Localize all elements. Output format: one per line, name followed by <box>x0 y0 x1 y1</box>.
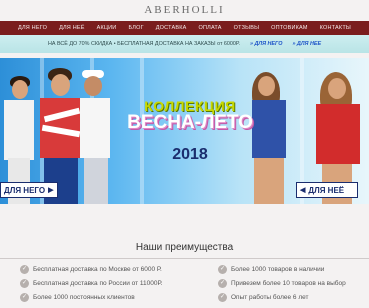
button-label: ДЛЯ НЕГО <box>4 185 46 195</box>
nav-item-delivery[interactable]: ДОСТАВКА <box>150 25 193 31</box>
advantage-text: Привезем более 10 товаров на выбор <box>231 280 346 287</box>
nav-item-wholesale[interactable]: ОПТОВИКАМ <box>265 25 314 31</box>
button-label: ДЛЯ НЕЁ <box>308 185 345 195</box>
advantage-item: ✓ Бесплатная доставка по Москве от 6000 … <box>20 265 162 274</box>
advantage-text: Более 1000 постоянных клиентов <box>33 294 135 301</box>
site-logo[interactable]: ABERHOLLI <box>0 4 369 18</box>
nav-item-blog[interactable]: БЛОГ <box>122 25 149 31</box>
advantage-item: ✓ Более 1000 товаров в наличии <box>218 265 324 274</box>
chevron-right-icon: ▶ <box>48 187 54 194</box>
nav-item-contacts[interactable]: КОНТАКТЫ <box>314 25 357 31</box>
advantages-title: Наши преимущества <box>135 242 234 253</box>
for-her-button[interactable]: ◀ ДЛЯ НЕЁ <box>296 182 358 198</box>
main-nav: ДЛЯ НЕГО ДЛЯ НЕЁ АКЦИИ БЛОГ ДОСТАВКА ОПЛ… <box>0 21 369 35</box>
nav-item-payment[interactable]: ОПЛАТА <box>193 25 228 31</box>
users-icon: ✓ <box>20 293 29 302</box>
nav-item-reviews[interactable]: ОТЗЫВЫ <box>228 25 266 31</box>
nav-item-for-him[interactable]: ДЛЯ НЕГО <box>12 25 53 31</box>
promo-text: НА ВСЁ ДО 70% СКИДКА • БЕСПЛАТНАЯ ДОСТАВ… <box>47 41 240 47</box>
advantage-text: Бесплатная доставка по Москве от 6000 Р. <box>33 266 162 273</box>
collection-year: 2018 <box>172 146 208 163</box>
advantage-text: Бесплатная доставка по России от 11000Р. <box>33 280 163 287</box>
advantage-item: ✓ Бесплатная доставка по России от 11000… <box>20 279 162 288</box>
nav-item-for-her[interactable]: ДЛЯ НЕЁ <box>53 25 91 31</box>
promo-link-for-him[interactable]: » ДЛЯ НЕГО <box>250 41 282 47</box>
star-icon: ✓ <box>218 293 227 302</box>
truck-icon: ✓ <box>20 265 29 274</box>
advantage-item: ✓ Опыт работы более 6 лет <box>218 293 309 302</box>
truck-icon: ✓ <box>20 279 29 288</box>
advantage-text: Опыт работы более 6 лет <box>231 294 309 301</box>
collection-heading: КОЛЛЕКЦИЯ ВЕСНА-ЛЕТО <box>120 98 260 134</box>
advantage-text: Более 1000 товаров в наличии <box>231 266 325 273</box>
chevron-left-icon: ◀ <box>300 187 306 194</box>
hero-banner[interactable]: КОЛЛЕКЦИЯ ВЕСНА-ЛЕТО 2018 ДЛЯ НЕГО ▶ ◀ Д… <box>0 58 369 204</box>
promo-bar: НА ВСЁ ДО 70% СКИДКА • БЕСПЛАТНАЯ ДОСТАВ… <box>0 35 369 53</box>
box-icon: ✓ <box>218 265 227 274</box>
collection-line2: ВЕСНА-ЛЕТО <box>127 112 253 133</box>
nav-item-sales[interactable]: АКЦИИ <box>91 25 123 31</box>
hanger-icon: ✓ <box>218 279 227 288</box>
advantage-item: ✓ Привезем более 10 товаров на выбор <box>218 279 346 288</box>
advantage-item: ✓ Более 1000 постоянных клиентов <box>20 293 135 302</box>
section-divider <box>0 258 369 259</box>
promo-link-for-her[interactable]: » ДЛЯ НЕЕ <box>292 41 321 47</box>
for-him-button[interactable]: ДЛЯ НЕГО ▶ <box>0 182 58 198</box>
